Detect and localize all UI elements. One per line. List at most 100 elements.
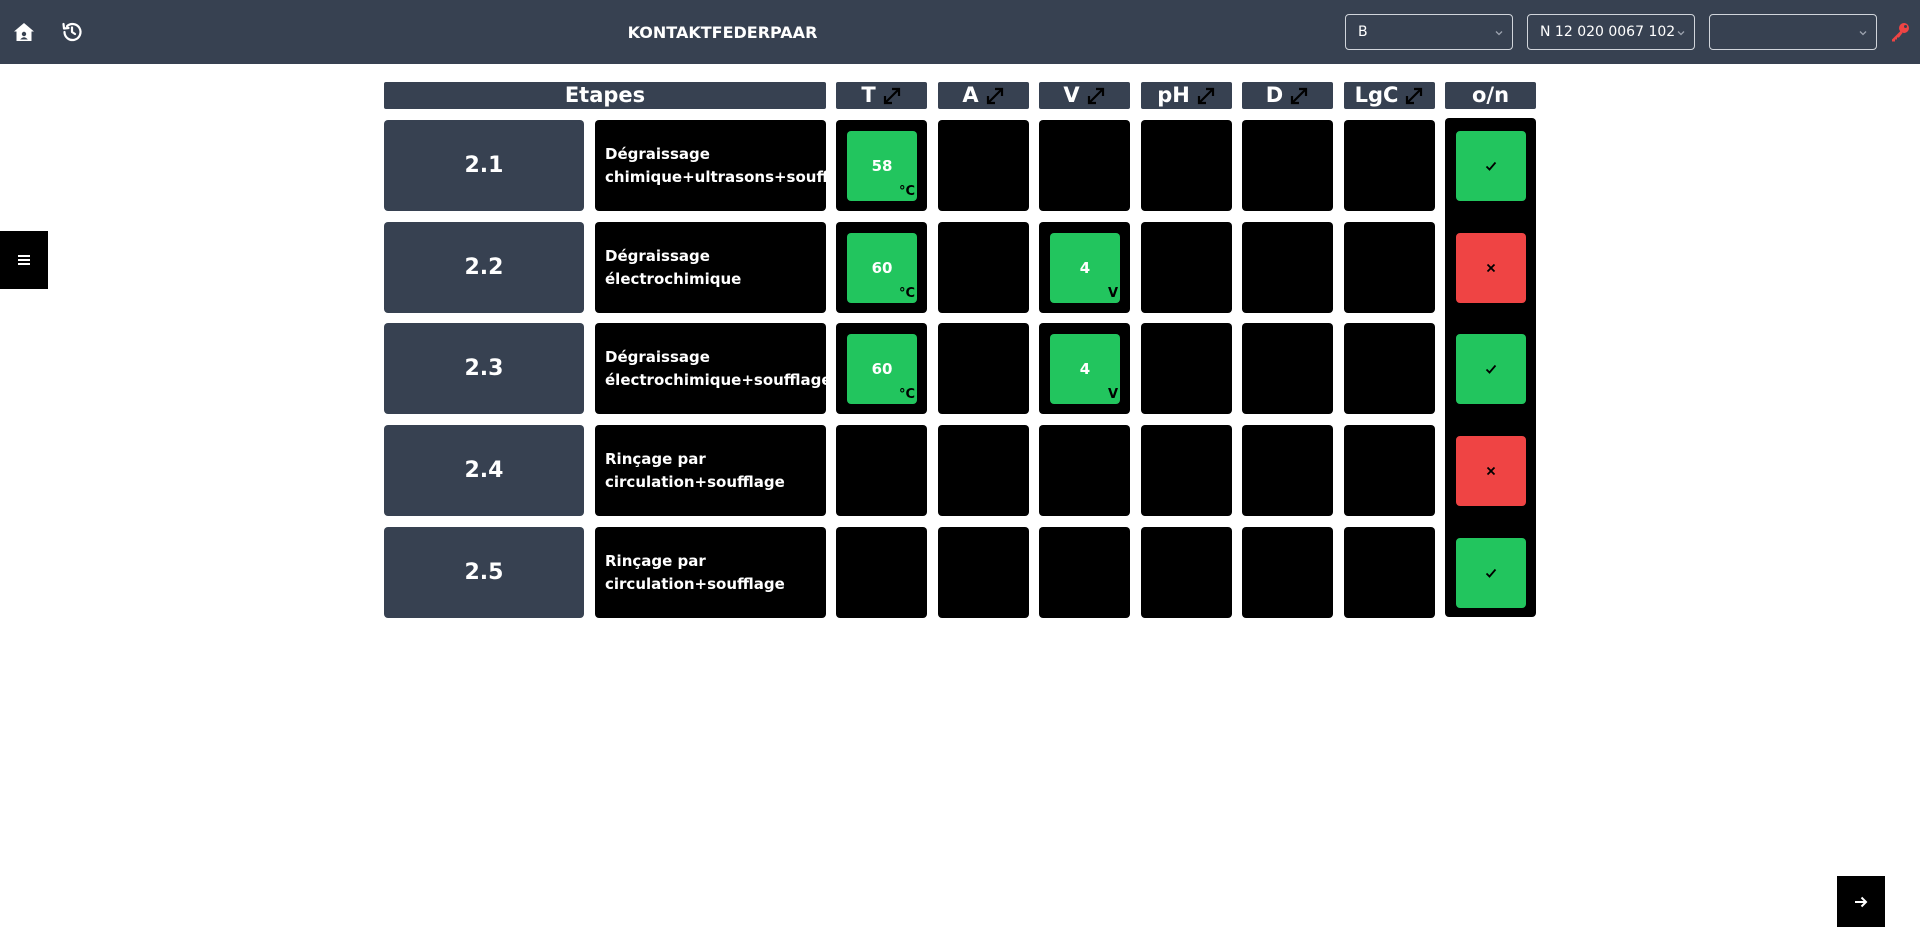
status-ko-button[interactable] xyxy=(1456,233,1526,303)
cell-ph[interactable] xyxy=(1141,323,1232,414)
value-box[interactable]: 60 °C xyxy=(847,233,917,303)
value-box[interactable]: 60 °C xyxy=(847,334,917,404)
cell-t[interactable] xyxy=(836,425,927,516)
expand-icon[interactable] xyxy=(882,86,902,106)
step-number: 2.5 xyxy=(384,527,584,618)
header-v-label: V xyxy=(1063,83,1080,107)
step-description: Dégraissage électrochimique+soufflage xyxy=(595,323,832,414)
value-box[interactable]: 4 V xyxy=(1050,233,1120,303)
history-icon[interactable] xyxy=(58,18,86,46)
step-description: Dégraissage électrochimique xyxy=(595,222,826,313)
home-icon[interactable] xyxy=(10,18,38,46)
value-text: 58 xyxy=(871,157,893,175)
header-ph-label: pH xyxy=(1157,83,1190,107)
cell-t[interactable] xyxy=(836,527,927,618)
header-a: A xyxy=(938,82,1029,109)
expand-icon[interactable] xyxy=(1289,86,1309,106)
header-etapes-label: Etapes xyxy=(564,83,646,107)
arrow-right-icon xyxy=(1855,896,1868,907)
status-column xyxy=(1445,118,1536,617)
value-text: 4 xyxy=(1079,360,1091,378)
chevron-down-icon xyxy=(1495,31,1503,36)
header-d: D xyxy=(1242,82,1333,109)
cell-d[interactable] xyxy=(1242,425,1333,516)
cell-lgc[interactable] xyxy=(1344,323,1435,414)
value-unit: °C xyxy=(898,184,915,199)
step-number: 2.1 xyxy=(384,120,584,211)
cell-v[interactable] xyxy=(1039,120,1130,211)
header-d-label: D xyxy=(1265,83,1284,107)
cell-ph[interactable] xyxy=(1141,120,1232,211)
cell-ph[interactable] xyxy=(1141,222,1232,313)
step-description: Rinçage par circulation+soufflage xyxy=(595,527,826,618)
value-text: 60 xyxy=(871,360,893,378)
cell-t[interactable]: 60 °C xyxy=(836,222,927,313)
status-ko-button[interactable] xyxy=(1456,436,1526,506)
value-unit: V xyxy=(1107,387,1118,402)
header-etapes: Etapes xyxy=(384,82,826,109)
expand-icon[interactable] xyxy=(1086,86,1106,106)
value-unit: °C xyxy=(898,286,915,301)
header-t-label: T xyxy=(861,83,876,107)
page-title: KONTAKTFEDERPAAR xyxy=(627,22,818,42)
variant-select[interactable]: B xyxy=(1345,14,1513,50)
status-ok-button[interactable] xyxy=(1456,131,1526,201)
cell-v[interactable] xyxy=(1039,425,1130,516)
cell-a[interactable] xyxy=(938,120,1029,211)
key-icon[interactable] xyxy=(1888,20,1912,44)
cell-lgc[interactable] xyxy=(1344,425,1435,516)
next-button[interactable] xyxy=(1837,876,1885,927)
cell-lgc[interactable] xyxy=(1344,120,1435,211)
header-a-label: A xyxy=(962,83,979,107)
extra-select[interactable] xyxy=(1709,14,1877,50)
check-icon xyxy=(1485,161,1497,171)
cell-d[interactable] xyxy=(1242,222,1333,313)
cell-ph[interactable] xyxy=(1141,425,1232,516)
step-number: 2.3 xyxy=(384,323,584,414)
close-icon xyxy=(1486,263,1496,273)
value-unit: °C xyxy=(898,387,915,402)
side-menu-button[interactable] xyxy=(0,231,48,289)
cell-a[interactable] xyxy=(938,323,1029,414)
cell-d[interactable] xyxy=(1242,323,1333,414)
cell-v[interactable] xyxy=(1039,527,1130,618)
status-ok-button[interactable] xyxy=(1456,538,1526,608)
cell-a[interactable] xyxy=(938,527,1029,618)
cell-lgc[interactable] xyxy=(1344,527,1435,618)
part-number-select-value: N 12 020 0067 102 xyxy=(1540,24,1676,40)
cell-ph[interactable] xyxy=(1141,527,1232,618)
header-lgc: LgC xyxy=(1344,82,1435,109)
chevron-down-icon xyxy=(1677,31,1685,36)
expand-icon[interactable] xyxy=(1196,86,1216,106)
check-icon xyxy=(1485,364,1497,374)
cell-lgc[interactable] xyxy=(1344,222,1435,313)
variant-select-value: B xyxy=(1358,24,1368,40)
expand-icon[interactable] xyxy=(985,86,1005,106)
cell-d[interactable] xyxy=(1242,527,1333,618)
step-number: 2.2 xyxy=(384,222,584,313)
value-box[interactable]: 58 °C xyxy=(847,131,917,201)
value-text: 60 xyxy=(871,259,893,277)
check-icon xyxy=(1485,568,1497,578)
cell-d[interactable] xyxy=(1242,120,1333,211)
header-on-label: o/n xyxy=(1471,83,1510,107)
close-icon xyxy=(1486,466,1496,476)
header-t: T xyxy=(836,82,927,109)
part-number-select[interactable]: N 12 020 0067 102 xyxy=(1527,14,1695,50)
value-unit: V xyxy=(1107,286,1118,301)
cell-t[interactable]: 58 °C xyxy=(836,120,927,211)
cell-t[interactable]: 60 °C xyxy=(836,323,927,414)
header-lgc-label: LgC xyxy=(1354,83,1399,107)
header-v: V xyxy=(1039,82,1130,109)
value-box[interactable]: 4 V xyxy=(1050,334,1120,404)
step-description: Dégraissage chimique+ultrasons+soufflage xyxy=(595,120,864,211)
cell-v[interactable]: 4 V xyxy=(1039,323,1130,414)
expand-icon[interactable] xyxy=(1404,86,1424,106)
menu-icon xyxy=(18,255,30,265)
cell-v[interactable]: 4 V xyxy=(1039,222,1130,313)
status-ok-button[interactable] xyxy=(1456,334,1526,404)
header-on: o/n xyxy=(1445,82,1536,109)
cell-a[interactable] xyxy=(938,222,1029,313)
cell-a[interactable] xyxy=(938,425,1029,516)
chevron-down-icon xyxy=(1859,31,1867,36)
